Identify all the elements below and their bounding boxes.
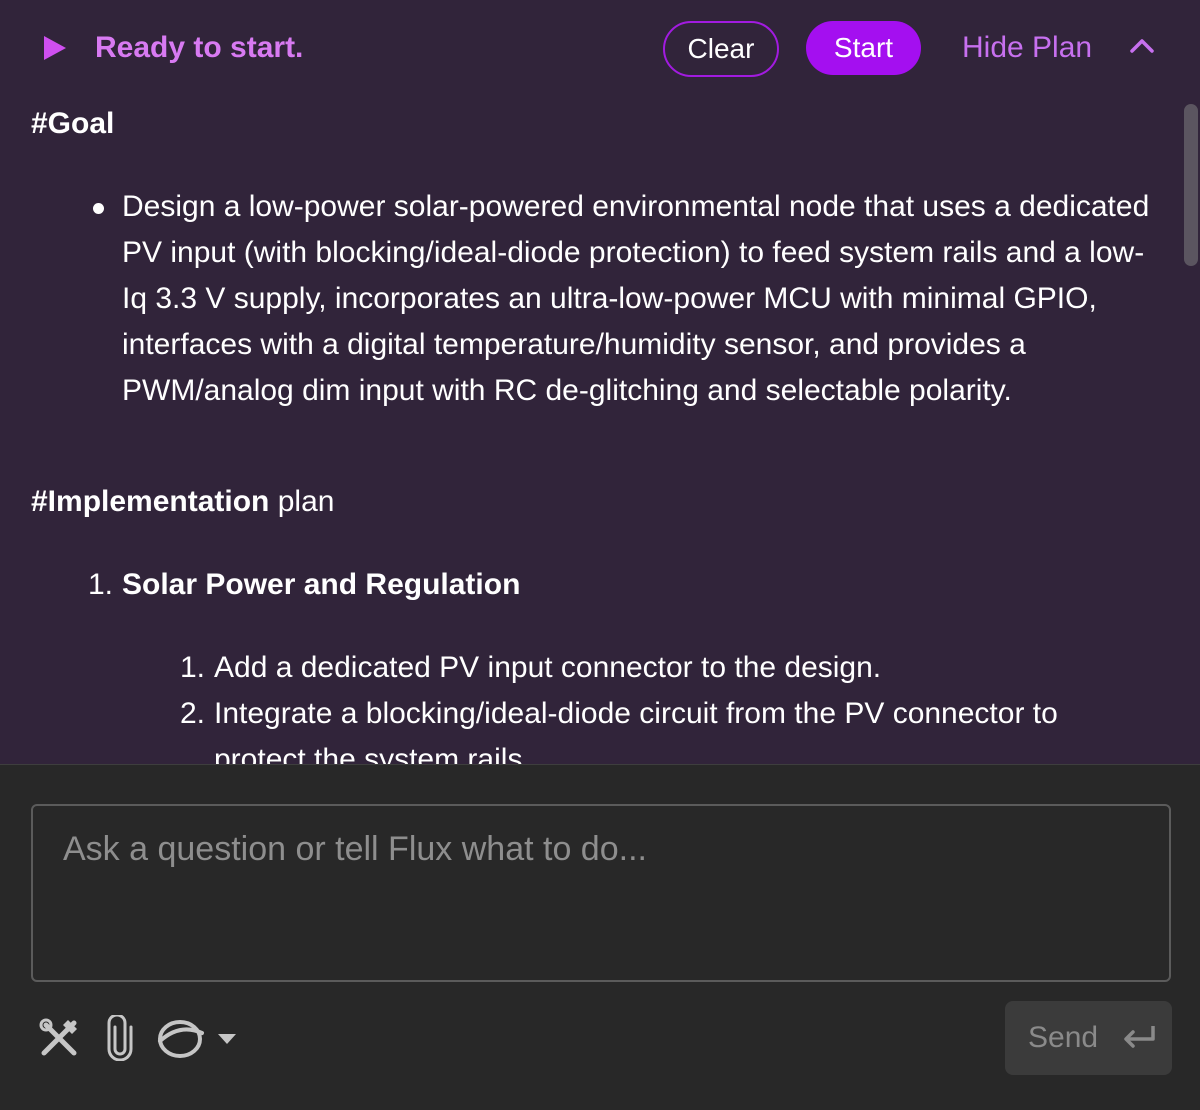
plan-status: Ready to start. [95, 31, 304, 64]
play-icon [44, 36, 66, 60]
goal-text: Design a low-power solar-powered environ… [122, 190, 1150, 407]
implementation-heading: #Implementation plan [31, 482, 334, 522]
goal-heading: #Goal [31, 107, 115, 140]
send-label: Send [1028, 1021, 1099, 1054]
implementation-heading-suffix: plan [277, 485, 335, 518]
clear-button[interactable]: Clear [663, 21, 779, 77]
send-button[interactable]: Send [1005, 1001, 1172, 1075]
section-title: Solar Power and Regulation [122, 568, 521, 601]
chevron-down-icon[interactable] [218, 1034, 236, 1044]
hide-plan-button[interactable]: Hide Plan [962, 28, 1092, 68]
step-number: 2. [180, 697, 206, 730]
section-number: 1. [88, 568, 114, 601]
start-button[interactable]: Start [806, 21, 921, 75]
step-text-continuation: protect the system rails. [214, 743, 531, 764]
plan-scrollbar-thumb[interactable] [1184, 104, 1198, 266]
model-icon[interactable] [156, 1017, 206, 1059]
chevron-up-icon[interactable] [1129, 36, 1155, 54]
tools-icon[interactable] [38, 1017, 80, 1059]
bullet-icon [93, 203, 104, 214]
flux-chat-app: Ready to start. Clear Start Hide Plan #G… [0, 0, 1200, 1110]
prompt-input[interactable] [31, 804, 1171, 982]
step-text: Integrate a blocking/ideal-diode circuit… [214, 697, 1058, 730]
plan-panel: Ready to start. Clear Start Hide Plan #G… [0, 0, 1200, 764]
implementation-heading-bold: #Implementation [31, 485, 270, 518]
plan-header: Ready to start. Clear Start Hide Plan [0, 0, 1200, 96]
step-text: Add a dedicated PV input connector to th… [214, 651, 882, 684]
step-number: 1. [180, 651, 206, 684]
enter-icon [1124, 1026, 1155, 1048]
paperclip-icon[interactable] [104, 1015, 136, 1061]
